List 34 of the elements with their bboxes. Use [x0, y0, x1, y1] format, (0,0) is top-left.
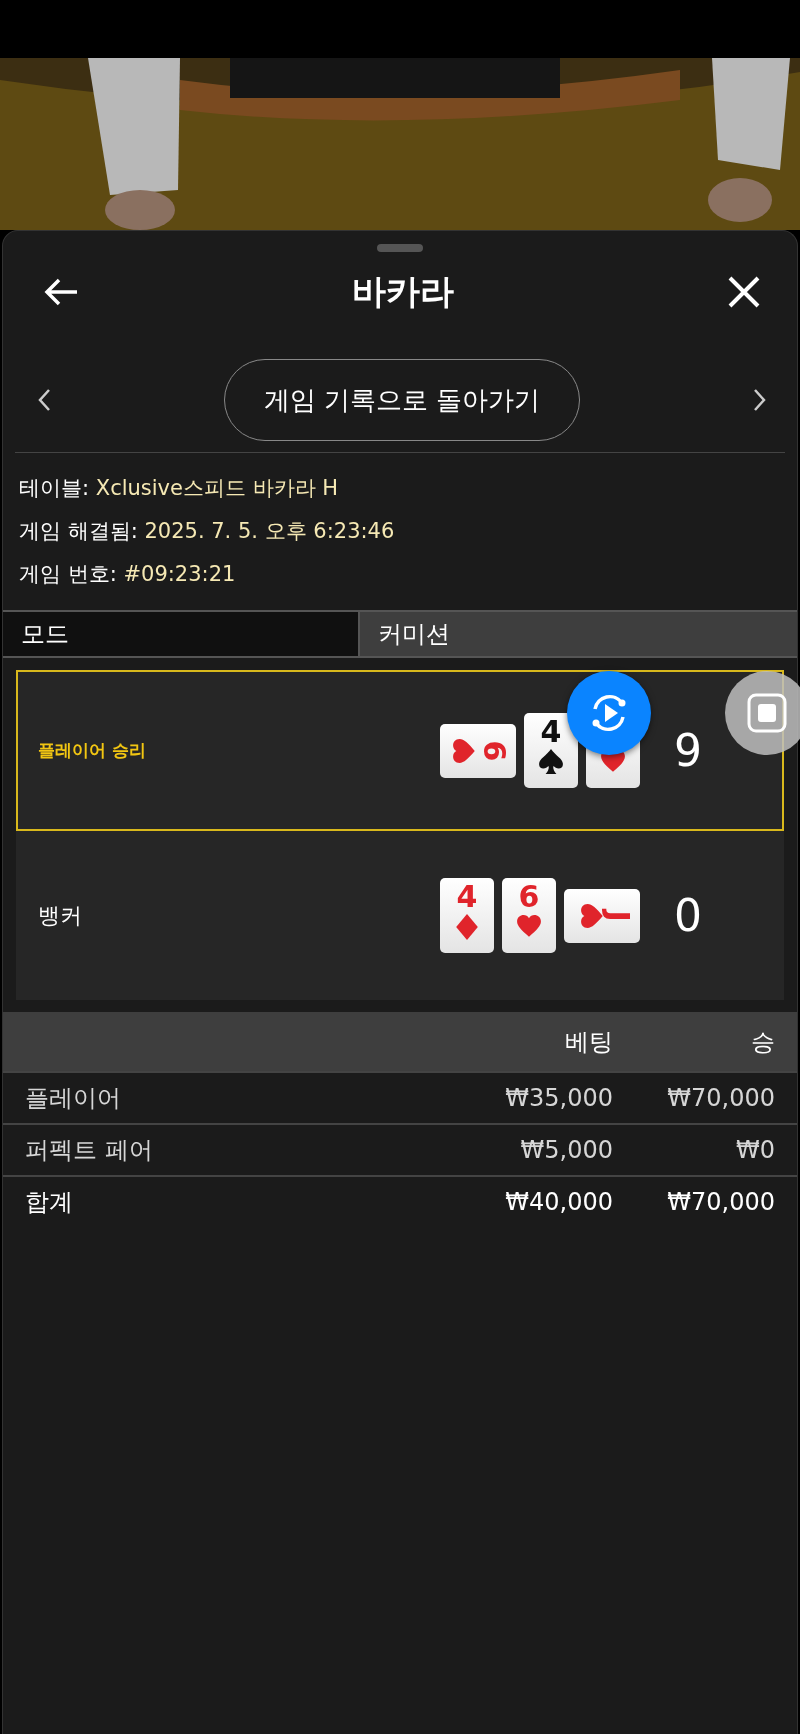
column-header: 베팅 [432, 1012, 614, 1072]
hand-score: 0 [673, 890, 703, 941]
total-cell: ₩70,000 [614, 1176, 797, 1227]
table-cell: ₩35,000 [432, 1072, 614, 1124]
playing-card: J [564, 888, 640, 943]
tab[interactable]: 모드 [3, 612, 358, 656]
total-cell: 합계 [3, 1176, 432, 1227]
hand-label: 플레이어 승리 [38, 739, 147, 762]
table-cell: ₩0 [614, 1124, 797, 1176]
hand-score: 9 [673, 725, 703, 776]
playing-card: 6 [440, 723, 516, 778]
playing-card: 6 [502, 878, 556, 953]
diamond-icon [454, 914, 480, 940]
table-cell: ₩5,000 [432, 1124, 614, 1176]
table-cell: 퍼펙트 페어 [3, 1124, 432, 1176]
playing-card: 4 [524, 713, 578, 788]
spade-icon [538, 749, 564, 775]
table-cell: 플레이어 [3, 1072, 432, 1124]
info-line: 게임 번호: #09:23:21 [19, 561, 237, 588]
chevron-right-icon[interactable] [753, 388, 767, 412]
stop-icon [745, 691, 789, 735]
drag-handle[interactable] [377, 244, 423, 252]
window-title: 바카라 [352, 270, 454, 313]
table-cell: ₩70,000 [614, 1072, 797, 1124]
info-line: 게임 해결됨: 2025. 7. 5. 오후 6:23:46 [19, 518, 396, 545]
column-header: 승 [614, 1012, 797, 1072]
total-cell: ₩40,000 [432, 1176, 614, 1227]
playing-card: 4 [440, 878, 494, 953]
hand-label: 뱅커 [38, 901, 83, 930]
back-arrow-icon[interactable] [43, 277, 79, 307]
close-icon[interactable] [727, 275, 761, 309]
info-line: 테이블: Xclusive스피드 바카라 H [19, 475, 340, 502]
chevron-left-icon[interactable] [37, 388, 51, 412]
tab[interactable]: 커미션 [358, 612, 797, 656]
